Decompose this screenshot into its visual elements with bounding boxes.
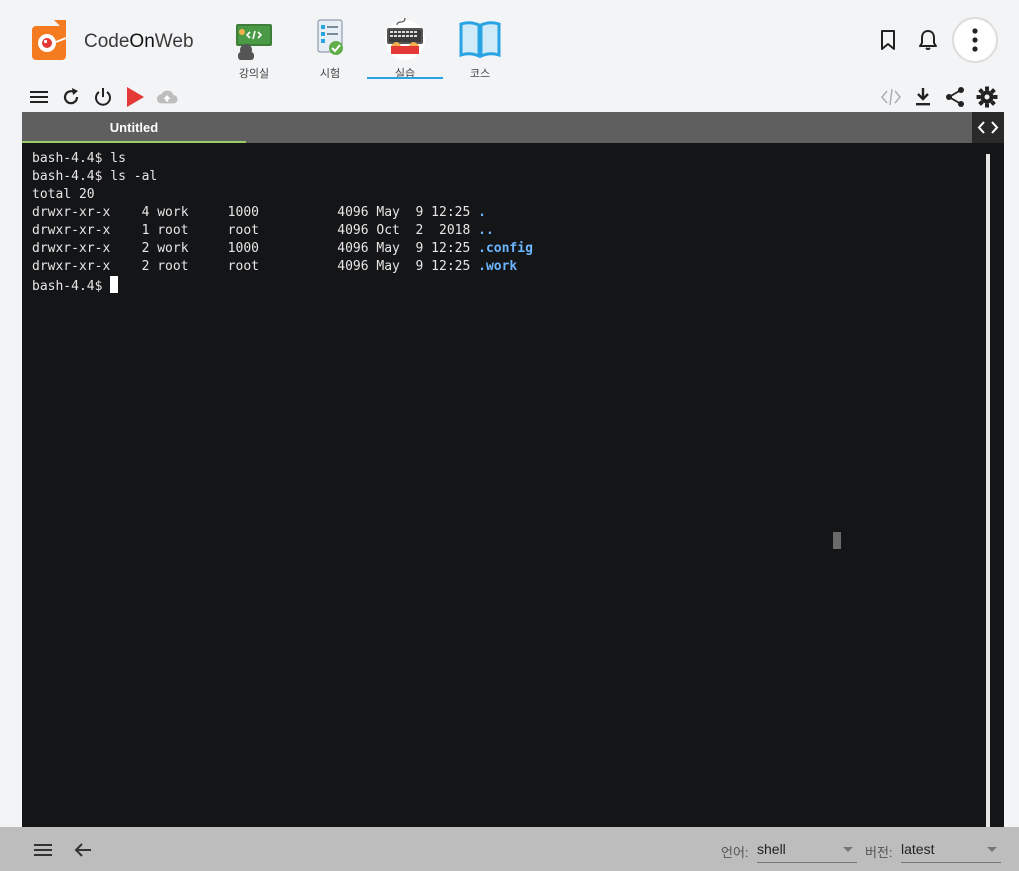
terminal-line-text: drwxr-xr-x 2 root root 4096 May 9 12:25	[32, 259, 479, 274]
directory-name: ..	[478, 223, 494, 238]
bookmark-icon[interactable]	[876, 28, 900, 52]
terminal-line-text: bash-4.4$ ls -al	[32, 169, 158, 184]
active-tab-indicator	[367, 77, 443, 79]
terminal-panel[interactable]: Untitled bash-4.4$ ls bash-4.4$ ls -al tot…	[22, 112, 1004, 827]
download-icon[interactable]	[912, 86, 934, 108]
terminal-line-text: total 20	[32, 187, 95, 202]
toggle-panel-button[interactable]	[972, 112, 1004, 143]
run-play-icon[interactable]	[124, 86, 146, 108]
brand-name[interactable]: CodeOnWeb	[84, 31, 194, 53]
nav-lecture-room[interactable]: 강의실	[216, 16, 292, 80]
terminal-cursor	[110, 276, 119, 293]
language-select[interactable]: shell	[757, 837, 857, 863]
bell-icon[interactable]	[916, 28, 940, 52]
settings-gear-icon[interactable]	[976, 86, 998, 108]
directory-name: .work	[478, 259, 518, 274]
brand-part-on: On	[129, 31, 155, 52]
lecture-room-icon	[236, 24, 272, 60]
chevron-down-icon	[987, 847, 997, 852]
power-icon[interactable]	[92, 86, 114, 108]
brand-part-code: Code	[84, 31, 130, 52]
practice-icon	[385, 17, 425, 60]
share-icon[interactable]	[944, 86, 966, 108]
terminal-ghost-cursor	[833, 532, 841, 549]
refresh-icon[interactable]	[60, 86, 82, 108]
directory-name: .	[478, 205, 486, 220]
nav-practice[interactable]: 실습	[367, 16, 443, 80]
version-select[interactable]: latest	[901, 837, 1001, 863]
status-bar: 언어: shell 버전: latest	[0, 827, 1019, 871]
terminal-line: bash-4.4$ ls	[32, 150, 533, 168]
terminal-line: drwxr-xr-x 2 work 1000 4096 May 9 12:25 …	[32, 240, 533, 258]
codeonweb-logo-icon[interactable]	[32, 20, 68, 60]
terminal-line: drwxr-xr-x 2 root root 4096 May 9 12:25 …	[32, 258, 533, 276]
code-view-icon[interactable]	[880, 86, 902, 108]
terminal-line: bash-4.4$ ls -al	[32, 168, 533, 186]
more-vertical-icon	[972, 28, 978, 52]
terminal-line-text: drwxr-xr-x 1 root root 4096 Oct 2 2018	[32, 223, 479, 238]
editor-tab-bar: Untitled	[22, 112, 1004, 143]
version-value: latest	[901, 841, 935, 857]
terminal-line: total 20	[32, 186, 533, 204]
menu-icon[interactable]	[32, 839, 54, 861]
editor-toolbar	[0, 84, 1019, 110]
chevrons-left-right-icon	[977, 121, 999, 134]
terminal-line-text: drwxr-xr-x 2 work 1000 4096 May 9 12:25	[32, 241, 479, 256]
more-menu-button[interactable]	[952, 17, 998, 63]
language-label: 언어:	[721, 845, 749, 860]
app-header: CodeOnWeb 강의실 시험 실습 코스	[0, 0, 1019, 84]
course-book-icon	[459, 21, 501, 59]
nav-label: 시험	[319, 68, 341, 80]
terminal-output[interactable]: bash-4.4$ ls bash-4.4$ ls -al total 20 drwx…	[32, 150, 533, 296]
back-arrow-icon[interactable]	[72, 839, 94, 861]
terminal-line: bash-4.4$	[32, 276, 533, 296]
directory-name: .config	[478, 241, 533, 256]
exam-icon	[317, 19, 343, 55]
chevron-down-icon	[843, 847, 853, 852]
brand-part-web: Web	[154, 31, 194, 52]
vertical-scrollbar[interactable]	[986, 154, 990, 827]
nav-course[interactable]: 코스	[442, 16, 518, 80]
language-value: shell	[757, 841, 786, 857]
terminal-line-text: bash-4.4$ ls	[32, 151, 126, 166]
terminal-line-text: bash-4.4$	[32, 279, 111, 294]
version-label: 버전:	[865, 845, 893, 860]
cloud-upload-icon[interactable]	[156, 86, 178, 108]
nav-label: 코스	[469, 68, 491, 80]
terminal-line: drwxr-xr-x 1 root root 4096 Oct 2 2018 .…	[32, 222, 533, 240]
nav-label: 강의실	[238, 68, 270, 80]
terminal-line: drwxr-xr-x 4 work 1000 4096 May 9 12:25 …	[32, 204, 533, 222]
terminal-line-text: drwxr-xr-x 4 work 1000 4096 May 9 12:25	[32, 205, 479, 220]
nav-exam[interactable]: 시험	[292, 16, 368, 80]
menu-icon[interactable]	[28, 86, 50, 108]
tab-untitled[interactable]: Untitled	[22, 112, 246, 143]
